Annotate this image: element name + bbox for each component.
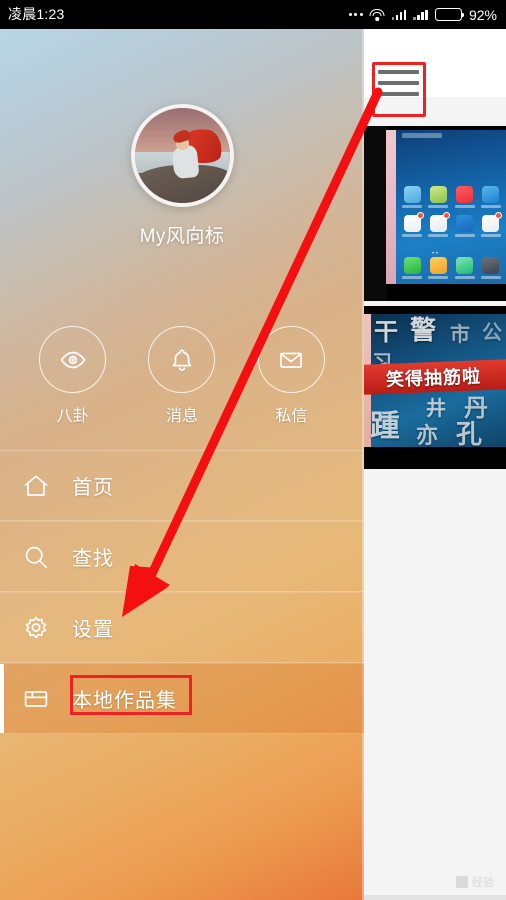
signal-icon (413, 9, 428, 20)
poster-banner-text: 笑得抽筋啦 (385, 366, 482, 390)
envelope-icon (277, 346, 305, 374)
sidebar-item-settings[interactable]: 设置 (0, 592, 364, 663)
username-label: My风向标 (139, 226, 225, 247)
gear-icon (0, 613, 72, 643)
profile-header[interactable]: My风向标 (0, 104, 364, 248)
battery-percent-label: 92% (468, 6, 497, 23)
bell-icon (168, 346, 196, 374)
search-icon (0, 542, 72, 572)
more-dots-icon (348, 13, 363, 16)
action-private-message-label: 私信 (275, 408, 308, 425)
drawer-menu: 首页 查找 设置 本地作品集 (0, 450, 364, 734)
status-bar: 凌晨1:23 92% (0, 0, 506, 29)
sidebar-item-home-label: 首页 (72, 477, 114, 499)
action-messages-label: 消息 (165, 408, 198, 425)
signal-icon (391, 9, 407, 20)
folder-icon (0, 684, 72, 714)
hamburger-menu-icon[interactable] (378, 67, 419, 99)
status-bar-clock: 凌晨1:23 (8, 6, 65, 22)
sidebar-item-search[interactable]: 查找 (0, 521, 364, 592)
sidebar-item-local-collection[interactable]: 本地作品集 (0, 663, 364, 734)
sidebar-item-search-label: 查找 (72, 548, 114, 570)
watermark: 经验 (456, 874, 494, 890)
action-gossip-label: 八卦 (56, 408, 89, 425)
sidebar-item-local-collection-label: 本地作品集 (72, 690, 177, 712)
sidebar-item-settings-label: 设置 (72, 619, 114, 641)
battery-icon (434, 8, 465, 21)
home-icon (0, 471, 72, 501)
navigation-drawer: My风向标 八卦 消息 私信 首页 查找 设置 本地作品集 (0, 29, 364, 900)
quick-actions: 八卦 消息 私信 (0, 326, 364, 426)
avatar[interactable] (130, 104, 234, 207)
action-private-message[interactable]: 私信 (254, 326, 328, 426)
poster-banner: 笑得抽筋啦 (364, 359, 506, 395)
watermark-icon (456, 876, 468, 888)
eye-icon (59, 346, 87, 374)
phone-screenshot: 凌晨1:23 92% • • 干 警 市 公 习 井 丹 踵 亦 孔 笑得抽筋啦… (0, 0, 506, 900)
phone-home-screen-screenshot[interactable]: • • (364, 126, 506, 301)
video-poster-thumbnail[interactable]: 干 警 市 公 习 井 丹 踵 亦 孔 笑得抽筋啦 (364, 306, 506, 469)
watermark-text: 经验 (472, 877, 494, 889)
action-gossip[interactable]: 八卦 (36, 326, 110, 426)
wifi-icon (369, 8, 385, 21)
action-messages[interactable]: 消息 (145, 326, 219, 426)
sidebar-item-home[interactable]: 首页 (0, 450, 364, 521)
